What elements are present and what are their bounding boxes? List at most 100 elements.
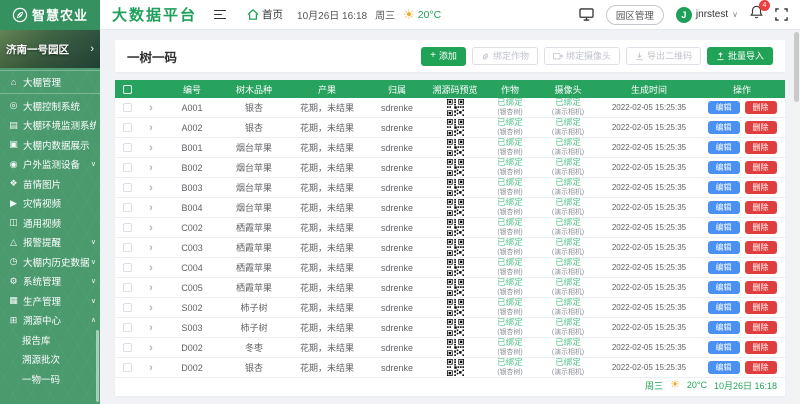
row-expand-icon[interactable]: › (149, 122, 153, 134)
home-nav[interactable]: 首页 (247, 7, 283, 22)
monitor-icon[interactable] (579, 8, 594, 21)
row-expand-icon[interactable]: › (149, 202, 153, 214)
delete-button[interactable]: 删除 (745, 281, 777, 294)
qr-code-preview[interactable] (447, 139, 464, 156)
row-checkbox[interactable] (123, 363, 132, 372)
row-checkbox[interactable] (123, 223, 132, 232)
row-expand-icon[interactable]: › (149, 282, 153, 294)
batch-import-button[interactable]: 批量导入 (707, 47, 773, 65)
row-expand-icon[interactable]: › (149, 342, 153, 354)
sidebar-item-env-monitor[interactable]: ▤ 大棚环境监测系统 (0, 116, 100, 136)
qr-code-preview[interactable] (447, 199, 464, 216)
edit-button[interactable]: 编辑 (708, 281, 740, 294)
bind-crop-button[interactable]: 绑定作物 (472, 47, 538, 65)
qr-code-preview[interactable] (447, 179, 464, 196)
delete-button[interactable]: 删除 (745, 361, 777, 374)
row-expand-icon[interactable]: › (149, 182, 153, 194)
qr-code-preview[interactable] (447, 319, 464, 336)
row-expand-icon[interactable]: › (149, 362, 153, 374)
sidebar-item-outdoor-devices[interactable]: ◉ 户外监测设备 ∨ (0, 155, 100, 175)
park-manage-button[interactable]: 园区管理 (606, 5, 664, 25)
sidebar-item-seedling-pictures[interactable]: ❖ 苗情图片 (0, 174, 100, 194)
edit-button[interactable]: 编辑 (708, 141, 740, 154)
fullscreen-icon[interactable] (775, 8, 788, 21)
row-checkbox[interactable] (123, 143, 132, 152)
delete-button[interactable]: 删除 (745, 341, 777, 354)
qr-code-preview[interactable] (447, 299, 464, 316)
delete-button[interactable]: 删除 (745, 141, 777, 154)
sidebar-item-system-manage[interactable]: ⚙ 系统管理 ∨ (0, 272, 100, 292)
row-expand-icon[interactable]: › (149, 302, 153, 314)
edit-button[interactable]: 编辑 (708, 241, 740, 254)
sidebar-item-disaster-video[interactable]: ▶ 灾情视频 (0, 194, 100, 214)
row-checkbox[interactable] (123, 123, 132, 132)
sidebar-item-general-video[interactable]: ◫ 通用视频 (0, 213, 100, 233)
delete-button[interactable]: 删除 (745, 221, 777, 234)
sidebar-scrollbar[interactable] (96, 330, 99, 402)
row-checkbox[interactable] (123, 283, 132, 292)
app-logo[interactable]: 智慧农业 (0, 0, 100, 30)
qr-code-preview[interactable] (447, 159, 464, 176)
sidebar-item-trace-center[interactable]: ⊞ 溯源中心 ∧ (0, 311, 100, 331)
edit-button[interactable]: 编辑 (708, 201, 740, 214)
sidebar-item-production-manage[interactable]: ▦ 生产管理 ∨ (0, 291, 100, 311)
collapse-menu-icon[interactable] (211, 7, 229, 23)
row-checkbox[interactable] (123, 163, 132, 172)
scrollbar-thumb[interactable] (794, 32, 799, 102)
select-all-checkbox[interactable] (123, 85, 132, 94)
qr-code-preview[interactable] (447, 119, 464, 136)
edit-button[interactable]: 编辑 (708, 321, 740, 334)
qr-code-preview[interactable] (447, 259, 464, 276)
edit-button[interactable]: 编辑 (708, 121, 740, 134)
row-expand-icon[interactable]: › (149, 242, 153, 254)
row-checkbox[interactable] (123, 303, 132, 312)
delete-button[interactable]: 删除 (745, 161, 777, 174)
edit-button[interactable]: 编辑 (708, 261, 740, 274)
delete-button[interactable]: 删除 (745, 301, 777, 314)
row-checkbox[interactable] (123, 343, 132, 352)
sidebar-item-greenhouse-control[interactable]: ◎ 大棚控制系统 (0, 96, 100, 116)
notifications-button[interactable]: 4 (750, 5, 763, 24)
sidebar-item-data-display[interactable]: ▣ 大棚内数据展示 (0, 135, 100, 155)
page-scrollbar[interactable] (793, 30, 800, 404)
row-checkbox[interactable] (123, 243, 132, 252)
sidebar-item-history-data[interactable]: ◷ 大棚内历史数据 ∨ (0, 252, 100, 272)
delete-button[interactable]: 删除 (745, 321, 777, 334)
edit-button[interactable]: 编辑 (708, 181, 740, 194)
row-expand-icon[interactable]: › (149, 162, 153, 174)
row-checkbox[interactable] (123, 183, 132, 192)
row-expand-icon[interactable]: › (149, 322, 153, 334)
qr-code-preview[interactable] (447, 99, 464, 116)
qr-code-preview[interactable] (447, 279, 464, 296)
sidebar-item-trace-batch[interactable]: 溯源批次 (0, 350, 100, 370)
row-checkbox[interactable] (123, 323, 132, 332)
qr-code-preview[interactable] (447, 359, 464, 376)
delete-button[interactable]: 删除 (745, 241, 777, 254)
delete-button[interactable]: 删除 (745, 201, 777, 214)
sidebar-item-alarm-reminder[interactable]: △ 报警提醒 ∨ (0, 233, 100, 253)
edit-button[interactable]: 编辑 (708, 301, 740, 314)
sidebar-item-report-library[interactable]: 报告库 (0, 330, 100, 350)
edit-button[interactable]: 编辑 (708, 101, 740, 114)
delete-button[interactable]: 删除 (745, 121, 777, 134)
sidebar-item-one-item-one-code[interactable]: 一物一码 (0, 369, 100, 389)
row-checkbox[interactable] (123, 103, 132, 112)
row-expand-icon[interactable]: › (149, 102, 153, 114)
row-checkbox[interactable] (123, 203, 132, 212)
edit-button[interactable]: 编辑 (708, 361, 740, 374)
park-selector[interactable]: 济南一号园区 › (0, 30, 100, 68)
delete-button[interactable]: 删除 (745, 101, 777, 114)
add-button[interactable]: + 添加 (421, 47, 466, 66)
bind-camera-button[interactable]: 绑定摄像头 (544, 47, 620, 65)
row-expand-icon[interactable]: › (149, 262, 153, 274)
qr-code-preview[interactable] (447, 219, 464, 236)
user-menu[interactable]: J jnrstest ∨ (676, 7, 738, 23)
edit-button[interactable]: 编辑 (708, 221, 740, 234)
row-expand-icon[interactable]: › (149, 222, 153, 234)
row-expand-icon[interactable]: › (149, 142, 153, 154)
edit-button[interactable]: 编辑 (708, 341, 740, 354)
qr-code-preview[interactable] (447, 239, 464, 256)
delete-button[interactable]: 删除 (745, 181, 777, 194)
sidebar-item-greenhouse-manage[interactable]: ⌂ 大棚管理 (0, 70, 100, 94)
row-checkbox[interactable] (123, 263, 132, 272)
